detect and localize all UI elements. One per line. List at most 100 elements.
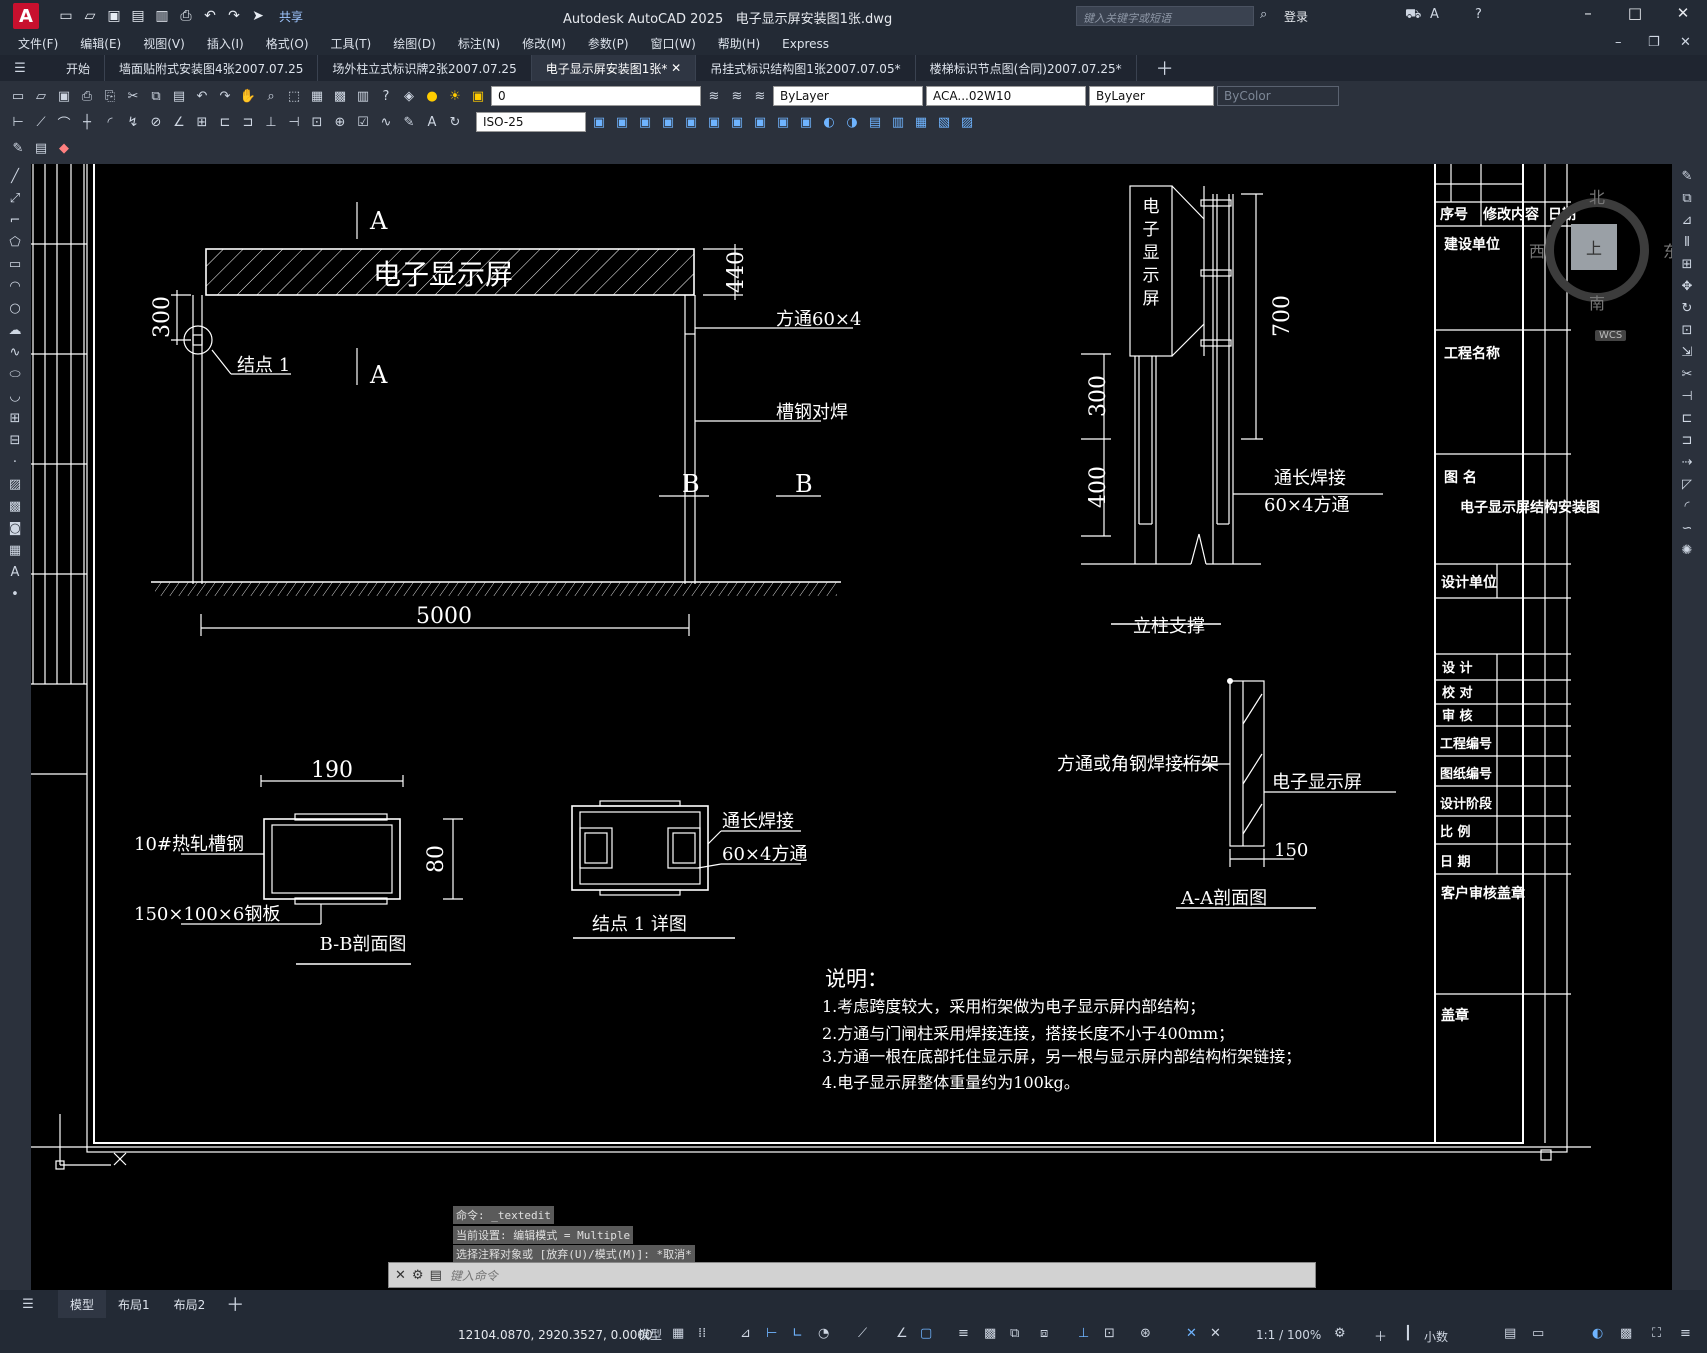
grid-icon[interactable]: ▦ — [672, 1326, 684, 1341]
transparency-icon[interactable]: ▩ — [984, 1326, 996, 1341]
drawing-canvas[interactable]: 电子显示屏 440 300 5000 A A B B 结点 1 方通60×4 槽… — [31, 164, 1672, 1290]
viewcube-south[interactable]: 南 — [1589, 290, 1605, 314]
maximize-button[interactable]: □ — [1612, 4, 1658, 22]
attribute-icon[interactable]: ▤ — [31, 138, 51, 158]
tool-copy-icon[interactable]: ⧉ — [146, 86, 166, 106]
tool-properties-icon[interactable]: ▦ — [307, 86, 327, 106]
doc-restore-icon[interactable]: ❐ — [1648, 35, 1660, 50]
plotstyle-dropdown[interactable]: ByColor — [1217, 86, 1339, 106]
circle-icon[interactable]: ○ — [5, 298, 25, 318]
slice-icon[interactable]: ▣ — [796, 112, 816, 132]
command-input[interactable]: 键入命令 — [450, 1267, 498, 1284]
trim-icon[interactable]: ✂ — [1677, 364, 1697, 384]
extend-icon[interactable]: ⊣ — [1677, 386, 1697, 406]
units-icon[interactable]: ┃ — [1404, 1326, 1412, 1341]
layer-manager-icon[interactable]: ◈ — [399, 86, 419, 106]
dim-space-icon[interactable]: ⊥ — [261, 112, 281, 132]
tab-layout1[interactable]: 布局1 — [106, 1290, 162, 1318]
doc-close-icon[interactable]: ✕ — [1680, 35, 1691, 50]
tool-preview-icon[interactable]: ⎘ — [100, 86, 120, 106]
tool-plot-icon[interactable]: ⎙ — [77, 86, 97, 106]
viewcube[interactable]: 北 南 西 东 上 WCS — [1529, 184, 1672, 341]
solid-subtract-icon[interactable]: ▣ — [635, 112, 655, 132]
move-icon[interactable]: ✥ — [1677, 276, 1697, 296]
open-icon[interactable]: ▱ — [81, 7, 99, 25]
line-icon[interactable]: ╱ — [5, 166, 25, 186]
insert-block-icon[interactable]: ⊞ — [5, 408, 25, 428]
tool-paste-icon[interactable]: ▤ — [169, 86, 189, 106]
clean-screen-icon[interactable]: ⛶ — [1652, 1326, 1661, 1341]
join-icon[interactable]: ⇢ — [1677, 452, 1697, 472]
osnap-icon[interactable]: ▢ — [920, 1326, 932, 1341]
presspull-icon[interactable]: ▣ — [773, 112, 793, 132]
block-icon[interactable]: ◆ — [54, 138, 74, 158]
cmd-customize-icon[interactable]: ⚙ — [412, 1268, 424, 1283]
offset-icon[interactable]: ⫴ — [1677, 232, 1697, 252]
tab-file-active[interactable]: 电子显示屏安装图1张* ✕ — [531, 55, 697, 81]
add-layout-icon[interactable]: ＋ — [225, 1294, 245, 1316]
visual-style-icon[interactable]: ◐ — [819, 112, 839, 132]
explode-icon[interactable]: ✺ — [1677, 540, 1697, 560]
publish-icon[interactable]: ▥ — [153, 7, 171, 25]
polar-icon[interactable]: ◔ — [818, 1326, 829, 1341]
tab-close-icon[interactable]: ✕ — [671, 61, 681, 75]
erase-icon[interactable]: ✎ — [1677, 166, 1697, 186]
sun-icon[interactable]: ☀ — [445, 86, 465, 106]
mirror-icon[interactable]: ⊿ — [1677, 210, 1697, 230]
spline-icon[interactable]: ∿ — [5, 342, 25, 362]
coordinates-readout[interactable]: 12104.0870, 2920.3527, 0.0000 — [458, 1328, 653, 1342]
menu-edit[interactable]: 编辑(E) — [69, 35, 132, 52]
cmd-recent-icon[interactable]: ▤ — [430, 1268, 442, 1283]
menu-tools[interactable]: 工具(T) — [320, 35, 383, 52]
dim-quick-icon[interactable]: ⊞ — [192, 112, 212, 132]
tool-calc-icon[interactable]: ▥ — [353, 86, 373, 106]
array-icon[interactable]: ⊞ — [1677, 254, 1697, 274]
break-icon[interactable]: ⊐ — [1677, 430, 1697, 450]
make-current-icon[interactable]: ≋ — [704, 86, 724, 106]
tab-file-2[interactable]: 场外柱立式标识牌2张2007.07.25 — [318, 55, 532, 81]
autodesk-a-icon[interactable]: A — [1430, 7, 1439, 22]
lightbulb-icon[interactable]: ● — [422, 86, 442, 106]
menu-modify[interactable]: 修改(M) — [511, 35, 577, 52]
model-space-button[interactable]: 模型 — [638, 1326, 662, 1343]
block-editor-icon[interactable]: ✎ — [8, 138, 28, 158]
tolerance-icon[interactable]: ⊡ — [307, 112, 327, 132]
jogged-linear-icon[interactable]: ∿ — [376, 112, 396, 132]
menu-window[interactable]: 窗口(W) — [640, 35, 707, 52]
arc-icon[interactable]: ◠ — [5, 276, 25, 296]
dim-diameter-icon[interactable]: ⊘ — [146, 112, 166, 132]
solid-union-icon[interactable]: ▣ — [612, 112, 632, 132]
point-icon[interactable]: · — [5, 452, 25, 472]
search-icon[interactable]: ⌕ — [1260, 7, 1267, 22]
menu-express[interactable]: Express — [771, 37, 840, 51]
viewcube-top-face[interactable]: 上 — [1571, 224, 1617, 270]
hardware-acceleration-icon[interactable]: ▩ — [1620, 1326, 1632, 1341]
viewcube-west[interactable]: 西 — [1529, 238, 1545, 262]
tool-pan-icon[interactable]: ✋ — [238, 86, 258, 106]
dim-linear-icon[interactable]: ⊢ — [8, 112, 28, 132]
ellipse-icon[interactable]: ⬭ — [5, 364, 25, 384]
wcs-menu[interactable]: WCS — [1595, 330, 1627, 341]
linetype-dropdown[interactable]: ACA...02W10 — [926, 86, 1086, 106]
color-dropdown[interactable]: ByLayer — [773, 86, 923, 106]
dim-edit-icon[interactable]: ✎ — [399, 112, 419, 132]
dim-baseline-icon[interactable]: ⊏ — [215, 112, 235, 132]
layer-dropdown[interactable]: 0 — [491, 86, 701, 106]
menu-dimension[interactable]: 标注(N) — [447, 35, 511, 52]
command-line[interactable]: ✕ ⚙ ▤ 键入命令 — [388, 1262, 1316, 1288]
viewcube-east[interactable]: 东 — [1663, 238, 1672, 262]
dim-ordinate-icon[interactable]: ┼ — [77, 112, 97, 132]
tool-design-center-icon[interactable]: ▩ — [330, 86, 350, 106]
tab-file-5[interactable]: 楼梯标识节点图(合同)2007.07.25* — [916, 55, 1137, 81]
mtext-icon[interactable]: A — [5, 562, 25, 582]
login-button[interactable]: 登录 — [1284, 8, 1308, 25]
tool-undo-icon[interactable]: ↶ — [192, 86, 212, 106]
doc-minimize-icon[interactable]: – — [1615, 35, 1622, 50]
undo-icon[interactable]: ↶ — [201, 7, 219, 25]
tab-file-4[interactable]: 吊挂式标识结构图1张2007.07.05* — [696, 55, 916, 81]
sweep-icon[interactable]: ▣ — [727, 112, 747, 132]
workspace-icon[interactable]: ⚙ — [1334, 1326, 1346, 1341]
gradient-icon[interactable]: ▩ — [5, 496, 25, 516]
make-block-icon[interactable]: ⊟ — [5, 430, 25, 450]
close-button[interactable]: ✕ — [1660, 4, 1706, 22]
